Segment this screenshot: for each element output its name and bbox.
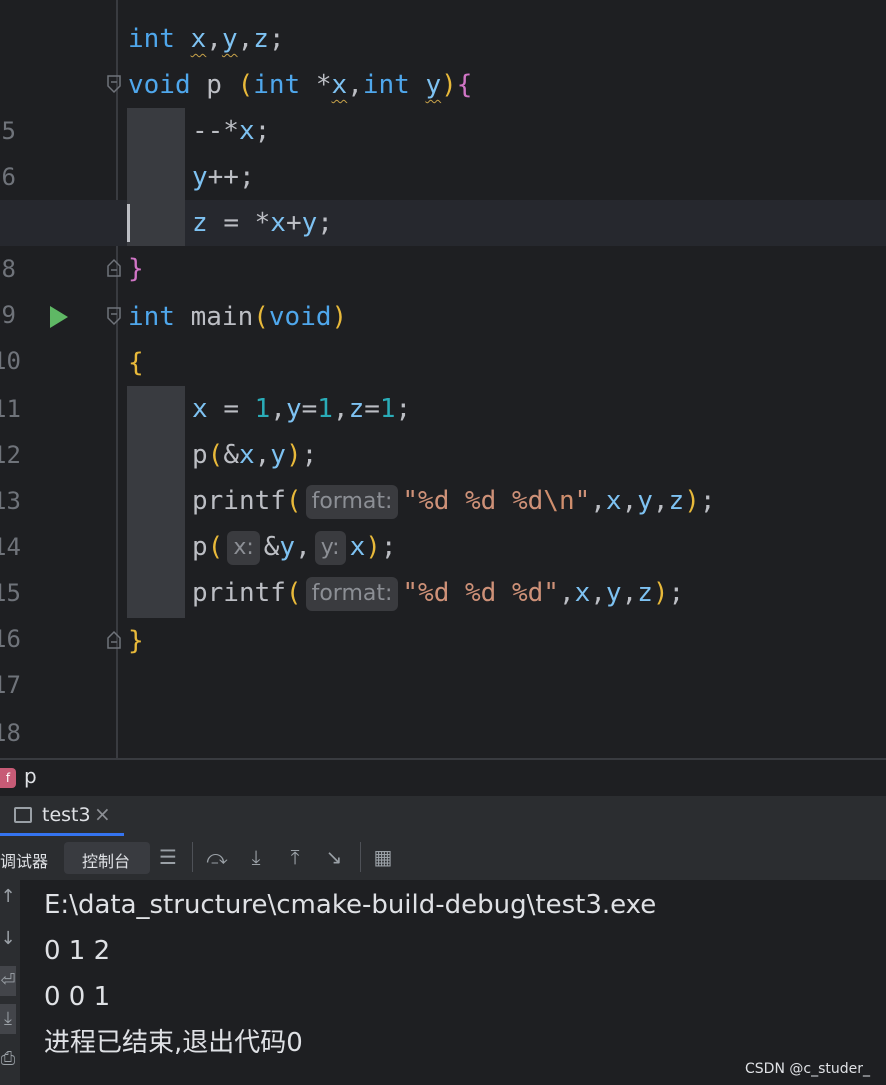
code-line[interactable]: 17 printf(format:"%d %d %d",x,y,z); xyxy=(0,570,886,699)
code-text: y++; xyxy=(192,162,255,192)
parameter-hint: format: xyxy=(305,576,399,611)
code-text: z = *x+y; xyxy=(192,208,333,238)
scroll-to-end-icon[interactable]: ⤓ xyxy=(0,1004,16,1034)
code-text: printf(format: "%d %d %d\n",x,y,z); xyxy=(192,478,716,524)
fold-icon[interactable] xyxy=(106,74,122,94)
tab-console[interactable]: 控制台 xyxy=(82,848,130,872)
console-side-toolbar: ↑ ↓ ⏎ ⤓ ⎙ xyxy=(0,880,20,1085)
run-to-cursor-icon[interactable]: ↘ xyxy=(323,846,345,868)
close-icon[interactable]: × xyxy=(94,802,111,826)
tab-label: test3 xyxy=(42,804,91,826)
evaluate-icon[interactable]: ▦ xyxy=(372,846,394,868)
watermark: CSDN @c_studer_ xyxy=(745,1061,870,1077)
console-line: E:\data_structure\cmake-build-debug\test… xyxy=(44,890,657,920)
code-text: { xyxy=(128,348,144,378)
code-text: } xyxy=(128,254,144,284)
debug-toolbar: 调试器 控制台 ☰ ⤼ ⤓ ⤒ ↘ ▦ xyxy=(0,836,886,880)
scroll-up-icon[interactable]: ↑ xyxy=(0,882,16,912)
scroll-down-icon[interactable]: ↓ xyxy=(0,924,16,954)
parameter-hint: format: xyxy=(305,484,399,519)
code-text: } xyxy=(128,626,144,656)
code-line[interactable]: 7 --*x; xyxy=(0,108,886,237)
line-number: 18 xyxy=(0,719,21,747)
toolbar-divider xyxy=(360,842,361,872)
console-line: 进程已结束,退出代码0 xyxy=(44,1028,303,1058)
soft-wrap-icon[interactable]: ⏎ xyxy=(0,966,16,996)
tab-test3[interactable]: test3 × xyxy=(0,796,124,836)
console-output[interactable]: ↑ ↓ ⏎ ⤓ ⎙ E:\data_structure\cmake-build-… xyxy=(0,880,886,1085)
console-line: 0 0 1 xyxy=(44,982,111,1012)
code-line[interactable]: 6 void p (int *x,int y){ xyxy=(0,62,886,191)
indent-guide-block xyxy=(127,200,185,246)
code-text: --*x; xyxy=(192,116,271,146)
parameter-hint: x: xyxy=(227,530,260,565)
code-line[interactable]: 5 int x,y,z; xyxy=(0,16,886,145)
code-editor[interactable]: 5 int x,y,z; 6 void p (int *x,int y){ 7 … xyxy=(0,0,886,758)
code-line[interactable]: 14 p(&x,y); xyxy=(0,432,886,561)
step-over-icon[interactable]: ⤼ xyxy=(206,846,228,868)
code-line[interactable]: 16 p(x:&y,y:x); xyxy=(0,524,886,653)
code-text: x = 1,y=1,z=1; xyxy=(192,394,412,424)
code-line[interactable]: 8 y++; xyxy=(0,154,886,283)
step-out-icon[interactable]: ⤒ xyxy=(284,846,306,868)
toolbar-divider xyxy=(192,842,193,872)
fold-icon[interactable] xyxy=(106,306,122,326)
console-icon xyxy=(14,807,32,823)
console-line: 0 1 2 xyxy=(44,936,111,966)
fold-icon[interactable] xyxy=(106,630,122,650)
code-text: p(&x,y); xyxy=(192,440,318,470)
function-icon: f xyxy=(0,768,16,788)
code-text: int main(void) xyxy=(128,302,348,332)
code-text: void p (int *x,int y){ xyxy=(128,70,473,100)
run-gutter-icon[interactable] xyxy=(50,306,68,328)
code-line[interactable]: 18 } xyxy=(0,618,886,747)
parameter-hint: y: xyxy=(314,530,346,565)
breadcrumb-item[interactable]: p xyxy=(24,764,37,788)
run-panel: test3 × 调试器 控制台 ☰ ⤼ ⤓ ⤒ ↘ ▦ ↑ ↓ ⏎ ⤓ ⎙ E:… xyxy=(0,796,886,1085)
tab-debugger[interactable]: 调试器 xyxy=(0,848,48,872)
fold-icon[interactable] xyxy=(106,258,122,278)
code-line[interactable]: 11 int main(void) xyxy=(0,294,886,423)
menu-icon[interactable]: ☰ xyxy=(157,846,179,868)
code-text: int x,y,z; xyxy=(128,24,285,54)
code-line[interactable]: 12 { xyxy=(0,340,886,469)
code-line[interactable]: 13 x = 1,y=1,z=1; xyxy=(0,386,886,515)
step-into-icon[interactable]: ⤓ xyxy=(245,846,267,868)
text-caret xyxy=(127,204,130,242)
breadcrumb[interactable]: f p xyxy=(0,758,886,796)
print-icon[interactable]: ⎙ xyxy=(0,1044,16,1074)
code-line[interactable]: 15 printf(format:"%d %d %d\n",x,y,z); xyxy=(0,478,886,607)
code-text: p(x: &y, y: x); xyxy=(192,524,397,570)
code-line[interactable]: 10 } xyxy=(0,246,886,375)
code-text: printf(format: "%d %d %d",x,y,z); xyxy=(192,570,684,616)
run-tab-bar: test3 × xyxy=(0,796,886,836)
